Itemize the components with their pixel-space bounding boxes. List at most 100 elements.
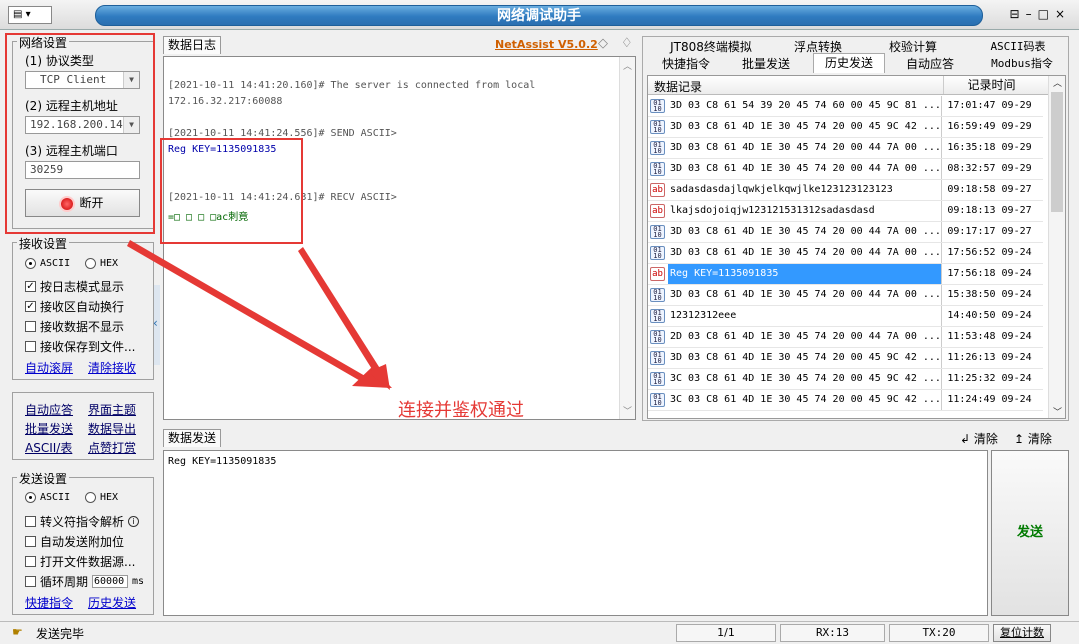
row-data: 3D 03 C8 61 4D 1E 30 45 74 20 00 44 7A 0… [670, 142, 940, 153]
table-row[interactable]: 01 10 3D 03 C8 61 4D 1E 30 45 74 20 00 45 … [648, 117, 1043, 138]
info-icon[interactable]: i [128, 516, 140, 527]
send-option-cycle[interactable]: 循环周期 60000 ms [25, 573, 144, 590]
recv-hex-label: HEX [100, 258, 119, 269]
checkbox-icon [25, 536, 36, 547]
table-row[interactable]: 01 10 3D 03 C8 61 4D 1E 30 45 74 20 00 44 … [648, 222, 1043, 243]
table-row[interactable]: 01 10 3D 03 C8 61 4D 1E 30 45 74 20 00 45 … [648, 348, 1043, 369]
table-row[interactable]: 01 10 3D 03 C8 61 4D 1E 30 45 74 20 00 44 … [648, 285, 1043, 306]
quick-command-link[interactable]: 快捷指令 [25, 594, 73, 611]
recv-option-auto-wrap[interactable]: ✓ 接收区自动换行 [25, 298, 124, 315]
tab-data-send[interactable]: 数据发送 [163, 429, 222, 447]
port-input[interactable]: 30259 [25, 161, 140, 179]
send-option-escape[interactable]: 转义符指令解析 i [25, 513, 140, 530]
diamond-icon[interactable]: ◇ [598, 36, 608, 51]
bell-icon[interactable]: ♢ [621, 36, 633, 51]
chevron-down-icon[interactable]: ﹀ [1053, 405, 1062, 418]
column-time-header[interactable]: 记录时间 [943, 76, 1039, 94]
tab-quick-command[interactable]: 快捷指令 [651, 55, 721, 72]
log-line-received: =□ □ □ □ac刺竟 [168, 212, 249, 223]
tab-checksum[interactable]: 校验计算 [878, 38, 948, 55]
send-settings-title: 发送设置 [17, 470, 70, 487]
chevron-up-icon[interactable]: ︿ [1053, 76, 1062, 89]
row-data: 3D 03 C8 61 4D 1E 30 45 74 20 00 44 7A 0… [670, 226, 940, 237]
reset-counter-button[interactable]: 复位计数 [993, 624, 1051, 642]
auto-scroll-link[interactable]: 自动滚屏 [25, 359, 73, 376]
brand-link[interactable]: NetAssist V5.0.2 [495, 38, 598, 51]
clear-arrow-icon: ↲ [960, 432, 971, 446]
history-scrollbar[interactable]: ︿ ﹀ [1048, 76, 1065, 418]
clear-up-icon: ↥ [1014, 432, 1025, 446]
table-row[interactable]: 01 10 2D 03 C8 61 4D 1E 30 45 74 20 00 44 … [648, 327, 1043, 348]
tab-batch-send[interactable]: 批量发送 [731, 55, 801, 72]
receive-log-area[interactable]: [2021-10-11 14:41:20.160]# The server is… [163, 56, 636, 420]
table-row[interactable]: 01 10 3C 03 C8 61 4D 1E 30 45 74 20 00 45 … [648, 390, 1043, 411]
recv-option-hide-data[interactable]: 接收数据不显示 [25, 318, 124, 335]
chevron-up-icon[interactable]: ︿ [623, 59, 632, 72]
history-rows: 01 10 3D 03 C8 61 54 39 20 45 74 60 00 45 … [648, 96, 1048, 418]
protocol-select[interactable]: TCP Client ▼ [25, 71, 140, 89]
log-scrollbar[interactable]: ︿ ﹀ [619, 57, 635, 419]
row-time: 09:18:13 09-27 [941, 201, 1037, 221]
sysmenu-arrow: ▾ [25, 9, 31, 20]
history-send-link[interactable]: 历史发送 [88, 594, 136, 611]
recv-ascii-radio[interactable]: ASCII [25, 258, 70, 269]
cycle-period-input[interactable]: 60000 [92, 575, 129, 588]
restore-icon[interactable]: ⊟ [1010, 7, 1026, 21]
disconnect-button[interactable]: 断开 [25, 189, 140, 217]
table-row[interactable]: 01 10 12312312eee 14:40:50 09-24 [648, 306, 1043, 327]
checkbox-icon [25, 556, 36, 567]
row-time: 11:25:32 09-24 [941, 369, 1037, 389]
clear-send-label: 清除 [973, 432, 998, 446]
table-row[interactable]: 01 10 3C 03 C8 61 4D 1E 30 45 74 20 00 45 … [648, 369, 1043, 390]
send-text-area[interactable]: Reg KEY=1135091835 [163, 450, 988, 616]
table-row[interactable]: ab lkajsdojoiqjw123121531312sadasdasd 09:1… [648, 201, 1043, 222]
clear-send-button[interactable]: ↲ 清除 [960, 430, 998, 447]
table-row[interactable]: 01 10 3D 03 C8 61 54 39 20 45 74 60 00 45 … [648, 96, 1043, 117]
minimize-icon[interactable]: – [1026, 7, 1038, 21]
close-icon[interactable]: × [1055, 7, 1071, 21]
send-option-append[interactable]: 自动发送附加位 [25, 533, 124, 550]
recv-option-label: 接收区自动换行 [40, 300, 125, 314]
tools-group: 自动应答 界面主题 批量发送 数据导出 ASCII/表 点赞打赏 [12, 392, 154, 460]
tab-modbus[interactable]: Modbus指令 [977, 55, 1067, 71]
scrollbar-thumb[interactable] [1051, 92, 1063, 212]
column-data-header[interactable]: 数据记录 [654, 78, 702, 95]
clear-receive-link[interactable]: 清除接收 [88, 359, 136, 376]
send-hex-radio[interactable]: HEX [85, 492, 118, 503]
table-row[interactable]: 01 10 3D 03 C8 61 4D 1E 30 45 74 20 00 44 … [648, 243, 1043, 264]
row-data: 3D 03 C8 61 54 39 20 45 74 60 00 45 9C 8… [670, 100, 940, 111]
tab-data-log[interactable]: 数据日志 [163, 36, 222, 54]
send-button[interactable]: 发送 [991, 450, 1069, 616]
tab-history-send[interactable]: 历史发送 [813, 53, 885, 73]
port-value: 30259 [30, 163, 64, 176]
donate-link[interactable]: 点赞打赏 [88, 439, 136, 456]
tab-auto-reply[interactable]: 自动应答 [895, 55, 965, 72]
host-select[interactable]: 192.168.200.140 ▼ [25, 116, 140, 134]
tab-ascii-table[interactable]: ASCII码表 [973, 38, 1063, 54]
export-data-link[interactable]: 数据导出 [88, 420, 136, 437]
hex-type-icon: 01 10 [650, 99, 665, 113]
auto-reply-link[interactable]: 自动应答 [25, 401, 73, 418]
table-row[interactable]: 01 10 3D 03 C8 61 4D 1E 30 45 74 20 00 44 … [648, 138, 1043, 159]
table-row[interactable]: ab sadasdasdajlqwkjelkqwjlke123123123123 0… [648, 180, 1043, 201]
batch-send-link[interactable]: 批量发送 [25, 420, 73, 437]
system-menu-button[interactable]: ▤ ▾ [8, 6, 52, 24]
row-time: 09:17:17 09-27 [941, 222, 1037, 242]
table-row[interactable]: 01 10 3D 03 C8 61 4D 1E 30 45 74 20 00 44 … [648, 159, 1043, 180]
chevron-down-icon[interactable]: ﹀ [623, 404, 632, 417]
send-ascii-radio[interactable]: ASCII [25, 492, 70, 503]
theme-link[interactable]: 界面主题 [88, 401, 136, 418]
ascii-table-link[interactable]: ASCII/表 [25, 439, 72, 456]
maximize-icon[interactable]: □ [1038, 7, 1055, 21]
clear-all-button[interactable]: ↥ 清除 [1014, 430, 1052, 447]
hex-type-icon: 01 10 [650, 246, 665, 260]
send-option-label: 自动发送附加位 [40, 535, 125, 549]
tab-jt808[interactable]: JT808终端模拟 [661, 38, 761, 55]
send-option-file-source[interactable]: 打开文件数据源... [25, 553, 135, 570]
recv-option-log-mode[interactable]: ✓ 按日志模式显示 [25, 278, 124, 295]
log-line: [2021-10-11 14:41:20.160]# The server is… [168, 80, 536, 91]
recv-hex-radio[interactable]: HEX [85, 258, 118, 269]
chevron-left-icon[interactable]: ‹ [153, 316, 158, 330]
recv-option-save-file[interactable]: 接收保存到文件... [25, 338, 135, 355]
table-row[interactable]: ab Reg KEY=1135091835 17:56:18 09-24 [648, 264, 1043, 285]
